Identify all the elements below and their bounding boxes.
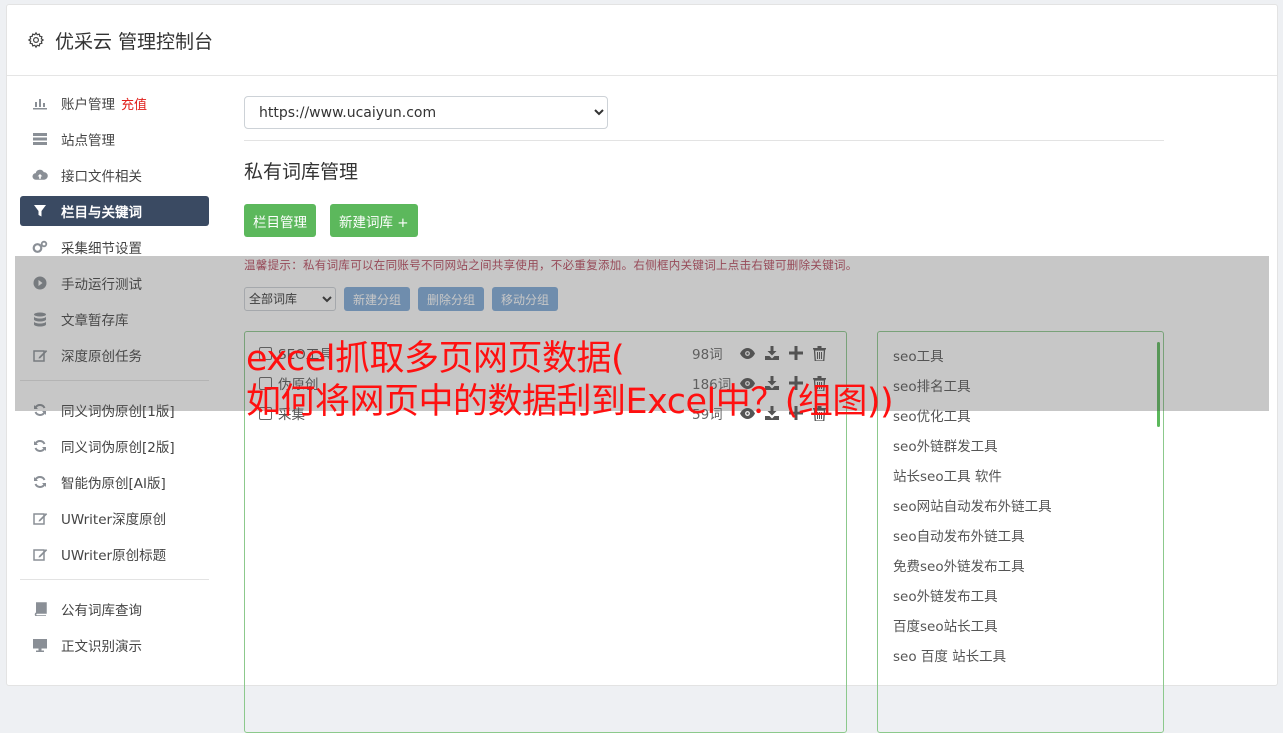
keyword-item[interactable]: seo 百度 站长工具 <box>878 642 1163 672</box>
server-icon <box>32 131 48 147</box>
sidebar-item-text-recognition[interactable]: 正文识别演示 <box>20 630 209 660</box>
sidebar-item-label: 智能伪原创[AI版] <box>61 476 166 492</box>
console-title: 优采云 管理控制台 <box>55 30 214 53</box>
section-divider <box>244 140 1164 141</box>
gear-icon <box>27 31 45 49</box>
sidebar-item-label: 正文识别演示 <box>61 639 142 655</box>
edit-icon <box>32 510 48 526</box>
sidebar-item-label: 账户管理 <box>61 97 115 113</box>
sidebar-item-uwriter-title[interactable]: UWriter原创标题 <box>20 539 209 569</box>
sidebar-item-interface-files[interactable]: 接口文件相关 <box>20 160 209 190</box>
refresh-icon <box>32 438 48 454</box>
keyword-item[interactable]: seo自动发布外链工具 <box>878 522 1163 552</box>
recharge-link[interactable]: 充值 <box>121 94 147 113</box>
sidebar-item-label: 公有词库查询 <box>61 603 142 619</box>
sidebar-item-label: UWriter深度原创 <box>61 512 167 528</box>
keyword-item[interactable]: seo外链群发工具 <box>878 432 1163 462</box>
edit-icon <box>32 546 48 562</box>
overlay-caption: excel抓取多页网页数据( 如何将网页中的数据刮到Excel中？(组图)) <box>246 338 894 424</box>
sidebar-item-public-library[interactable]: 公有词库查询 <box>20 594 209 624</box>
refresh-icon <box>32 474 48 490</box>
sidebar-item-account[interactable]: 账户管理 充值 <box>20 88 209 118</box>
keyword-item[interactable]: 百度seo站长工具 <box>878 612 1163 642</box>
action-buttons: 栏目管理 新建词库 + <box>244 204 1164 237</box>
sidebar-item-sites[interactable]: 站点管理 <box>20 124 209 154</box>
sidebar-item-label: 采集细节设置 <box>61 241 142 257</box>
keyword-item[interactable]: seo网站自动发布外链工具 <box>878 492 1163 522</box>
keyword-item[interactable]: seo外链发布工具 <box>878 582 1163 612</box>
sidebar-divider <box>20 579 209 580</box>
sidebar-item-label: 栏目与关键词 <box>61 205 142 221</box>
cogs-icon <box>32 239 48 255</box>
new-library-button[interactable]: 新建词库 + <box>330 204 418 237</box>
sidebar-item-columns-keywords[interactable]: 栏目与关键词 <box>20 196 209 226</box>
keyword-item[interactable]: 免费seo外链发布工具 <box>878 552 1163 582</box>
page-title: 私有词库管理 <box>244 161 359 183</box>
sidebar-item-synonym-v2[interactable]: 同义词伪原创[2版] <box>20 431 209 461</box>
bar-chart-icon <box>32 95 48 111</box>
filter-icon <box>32 203 48 219</box>
overlay-line-1: excel抓取多页网页数据( <box>246 339 625 379</box>
keyword-item[interactable]: 站长seo工具 软件 <box>878 462 1163 492</box>
column-manage-button[interactable]: 栏目管理 <box>244 204 316 237</box>
book-icon <box>32 601 48 617</box>
panel-header: 优采云 管理控制台 <box>7 5 1277 76</box>
sidebar-item-label: 同义词伪原创[2版] <box>61 440 175 456</box>
monitor-icon <box>32 637 48 653</box>
site-select[interactable]: https://www.ucaiyun.com <box>244 96 608 129</box>
sidebar-item-uwriter-deep[interactable]: UWriter深度原创 <box>20 503 209 533</box>
sidebar-item-label: 接口文件相关 <box>61 169 142 185</box>
sidebar-item-ai-rewrite[interactable]: 智能伪原创[AI版] <box>20 467 209 497</box>
overlay-line-2: 如何将网页中的数据刮到Excel中？(组图)) <box>246 382 894 422</box>
sidebar-item-label: UWriter原创标题 <box>61 548 167 564</box>
sidebar-item-label: 站点管理 <box>61 133 115 149</box>
cloud-upload-icon <box>32 167 48 183</box>
